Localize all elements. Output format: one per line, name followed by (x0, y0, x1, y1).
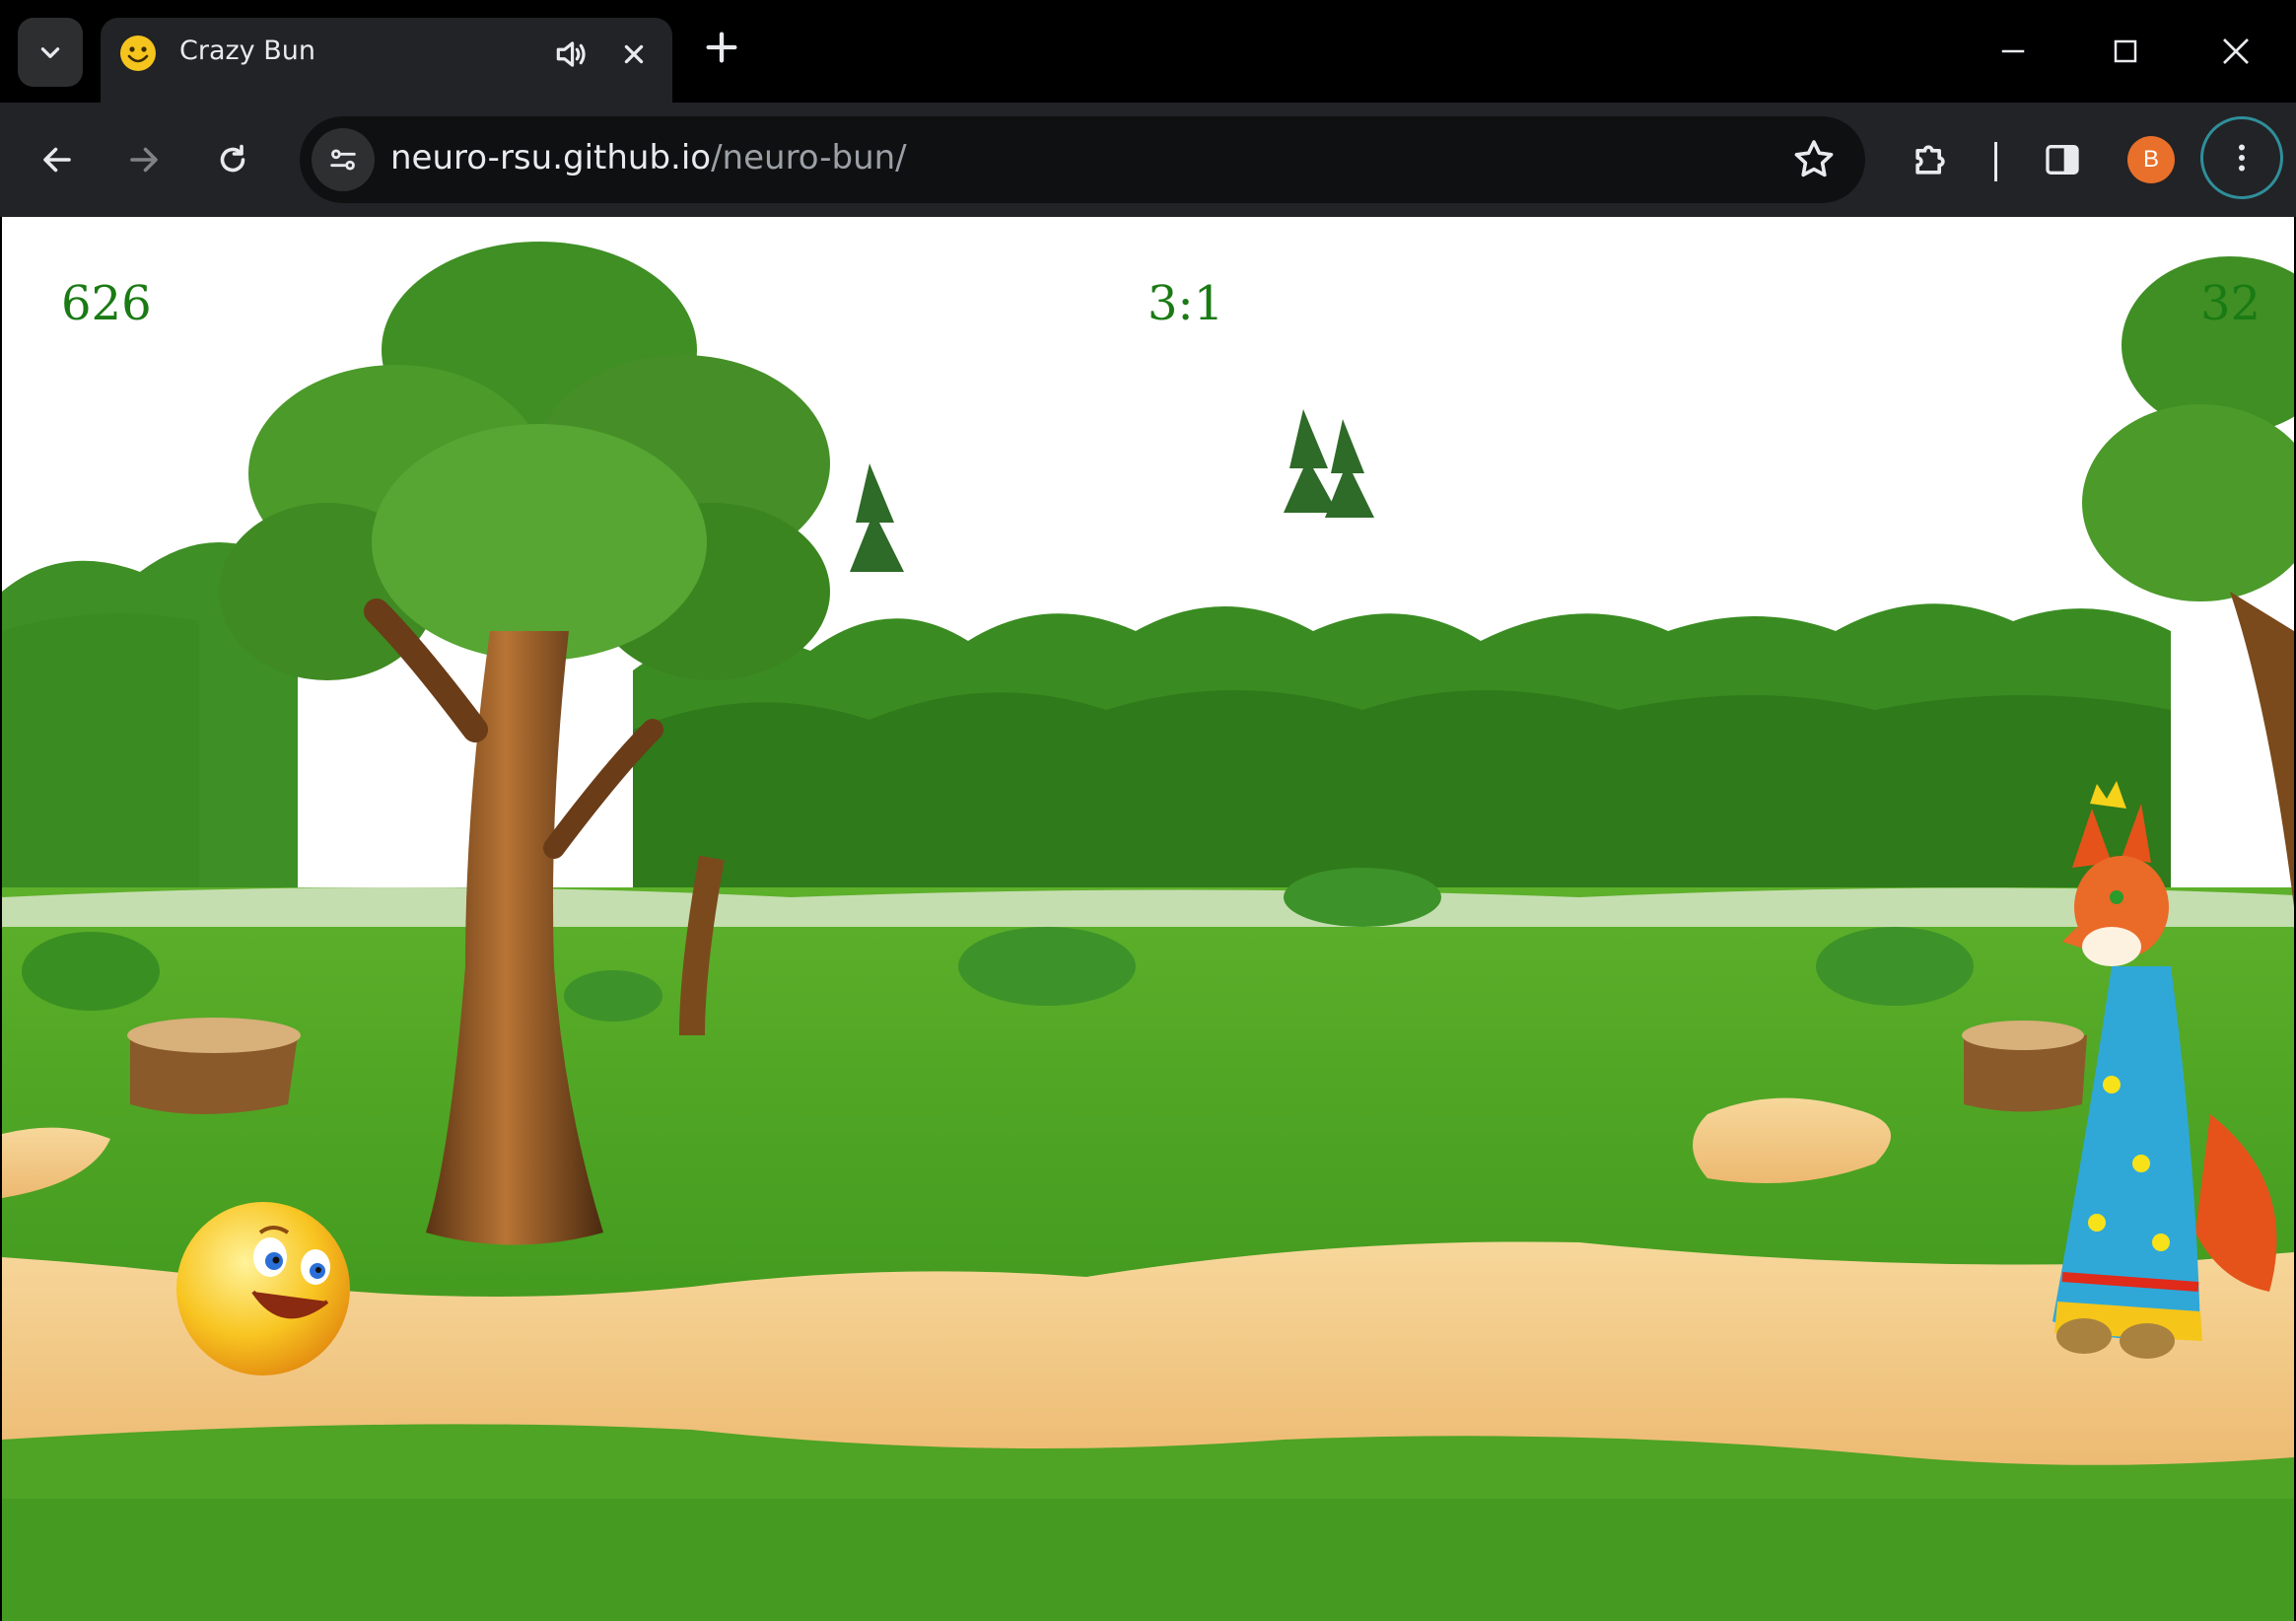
browser-toolbar: neuro-rsu.github.io/neuro-bun/ B (0, 103, 2296, 217)
puzzle-icon (1915, 145, 1945, 175)
url-host: neuro-rsu.github.io (390, 138, 712, 177)
chevron-down-icon (40, 47, 60, 58)
minimize-button[interactable] (1983, 22, 2043, 81)
tune-icon (330, 149, 356, 171)
profile-avatar[interactable]: B (2127, 136, 2175, 183)
close-window-button[interactable] (2206, 22, 2265, 81)
side-panel-icon (2046, 145, 2079, 175)
url-path: /neuro-bun/ (711, 138, 907, 177)
reload-button[interactable] (203, 130, 262, 189)
site-info-button[interactable] (312, 128, 375, 191)
toolbar-separator (1994, 142, 1997, 181)
bun-character (176, 1202, 350, 1375)
title-bar: Crazy Bun (0, 0, 2296, 103)
star-icon[interactable] (1790, 136, 1838, 183)
close-icon (624, 44, 644, 64)
maximize-icon (2114, 39, 2137, 63)
hud-ratio: 3:1 (1148, 276, 1224, 331)
browser-tab-active[interactable]: Crazy Bun (101, 18, 672, 103)
more-vertical-icon (2239, 144, 2245, 172)
tab-title: Crazy Bun (179, 35, 315, 66)
side-panel-button[interactable] (2035, 132, 2090, 187)
forward-button[interactable] (114, 130, 174, 189)
game-viewport[interactable]: 626 3:1 32 (2, 217, 2294, 1621)
maximize-button[interactable] (2096, 22, 2155, 81)
arrow-right-icon (130, 147, 158, 173)
speaker-icon[interactable] (552, 35, 590, 73)
extensions-button[interactable] (1903, 132, 1958, 187)
minimize-icon (2001, 49, 2025, 53)
tab-close-button[interactable] (615, 35, 653, 73)
address-bar[interactable]: neuro-rsu.github.io/neuro-bun/ (300, 116, 1865, 203)
hud-score: 626 (61, 276, 152, 331)
smiley-icon (120, 35, 156, 71)
hud-counter: 32 (2200, 276, 2261, 331)
forest-background (2, 242, 2294, 1621)
back-button[interactable] (28, 130, 87, 189)
reload-icon (220, 144, 245, 173)
url-text[interactable]: neuro-rsu.github.io/neuro-bun/ (390, 138, 907, 177)
arrow-left-icon (43, 147, 71, 173)
browser-menu-button[interactable] (2200, 116, 2283, 199)
tab-search-button[interactable] (18, 18, 83, 87)
close-icon (2223, 38, 2249, 64)
new-tab-icon[interactable] (702, 28, 741, 67)
